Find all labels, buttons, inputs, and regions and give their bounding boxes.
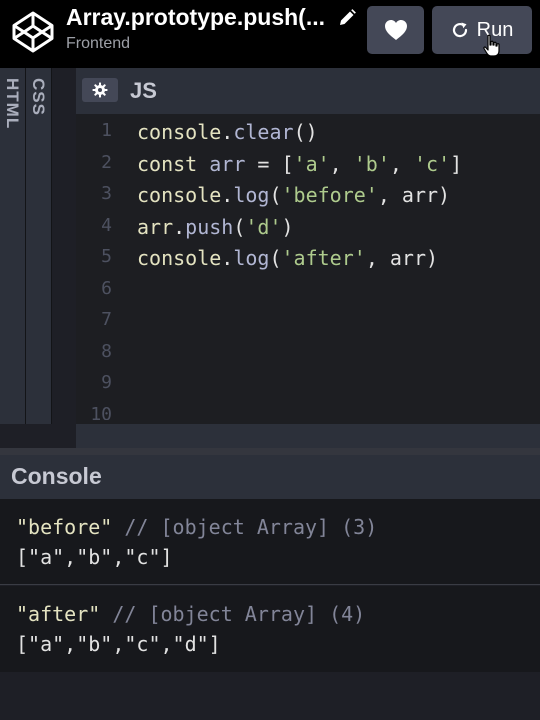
console-panel: Console "before" // [object Array] (3) […	[0, 455, 540, 720]
hand-pointer-icon	[483, 34, 500, 57]
code-token: ,	[389, 151, 414, 176]
js-editor-header: JS	[76, 68, 540, 114]
editor-scrollbar-track	[76, 424, 540, 448]
line-number: 8	[101, 340, 112, 362]
code-line[interactable]: 5 console.log('after', arr)	[76, 246, 540, 278]
pen-subtitle[interactable]: Frontend	[66, 35, 366, 53]
code-token: )	[281, 214, 294, 239]
log-label: "before"	[16, 515, 113, 539]
code-token: console	[137, 120, 222, 144]
code-line[interactable]: 8	[76, 341, 540, 373]
tab-html-label: HTML	[3, 78, 22, 130]
code-token: (	[269, 246, 282, 270]
code-text: console.clear()	[137, 120, 318, 144]
code-token: console	[137, 246, 222, 270]
code-token: log	[233, 183, 270, 207]
pen-title-area: Array.prototype.push(... Frontend	[66, 4, 366, 53]
code-token: arr	[209, 151, 246, 176]
tab-html[interactable]: HTML	[0, 68, 26, 424]
code-token: arr	[137, 214, 174, 239]
console-log-entry: "after" // [object Array] (4) ["a","b","…	[0, 586, 540, 672]
heart-icon	[384, 20, 407, 40]
code-token: .	[221, 246, 234, 270]
log-value: ["a","b","c"]	[16, 545, 173, 569]
code-line[interactable]: 3 console.log('before', arr)	[76, 183, 540, 215]
line-number: 1	[101, 120, 112, 141]
code-text: arr.push('d')	[137, 215, 294, 239]
code-token: 'a'	[293, 151, 330, 176]
js-tab-label: JS	[130, 78, 157, 103]
code-token: (	[233, 214, 246, 239]
code-token: push	[185, 214, 234, 239]
code-token: .	[173, 214, 186, 239]
code-line[interactable]: 10	[76, 404, 540, 421]
line-number: 4	[101, 214, 112, 236]
code-token: 'd'	[245, 214, 282, 239]
tab-css-label: CSS	[29, 78, 48, 116]
line-number: 3	[101, 183, 112, 204]
line-number: 6	[101, 277, 112, 299]
code-token: 'c'	[413, 151, 451, 176]
console-header: Console	[0, 455, 540, 499]
code-token: 'b'	[353, 151, 390, 176]
code-token: .	[221, 120, 234, 144]
code-token: ()	[293, 120, 318, 144]
code-line[interactable]: 2 const arr = ['a', 'b', 'c']	[76, 152, 540, 184]
code-token: const	[137, 151, 210, 176]
gear-icon	[92, 82, 108, 98]
codepen-logo-icon[interactable]	[10, 9, 56, 55]
code-token: , arr)	[365, 246, 439, 270]
heart-button[interactable]	[367, 6, 424, 54]
code-token: 'before'	[281, 183, 378, 207]
code-token: 'after'	[281, 246, 366, 270]
console-log-entry: "before" // [object Array] (3) ["a","b",…	[0, 499, 540, 585]
code-line[interactable]: 4 arr.push('d')	[76, 215, 540, 247]
code-token: = [	[245, 151, 294, 176]
pane-resize-handle[interactable]	[0, 448, 540, 455]
code-token: log	[233, 246, 270, 270]
log-comment: // [object Array] (3)	[112, 515, 378, 539]
code-token: , arr)	[377, 183, 451, 207]
code-token: .	[221, 183, 234, 207]
line-number: 10	[90, 403, 112, 421]
code-text: console.log('before', arr)	[137, 183, 450, 207]
code-text: console.log('after', arr)	[137, 246, 438, 270]
line-number: 9	[101, 372, 112, 393]
code-editor[interactable]: 1 console.clear() 2 const arr = ['a', 'b', …	[76, 120, 540, 420]
console-title: Console	[11, 463, 102, 489]
code-line[interactable]: 6	[76, 278, 540, 310]
pen-header: Array.prototype.push(... Frontend Run	[0, 0, 540, 68]
code-line[interactable]: 9	[76, 372, 540, 404]
log-value: ["a","b","c","d"]	[16, 632, 221, 656]
pen-title[interactable]: Array.prototype.push(...	[66, 4, 325, 31]
code-line[interactable]: 1 console.clear()	[76, 120, 540, 152]
refresh-icon	[452, 22, 467, 38]
line-number: 5	[101, 246, 112, 267]
code-token: clear	[233, 120, 294, 144]
code-token: ]	[450, 151, 463, 176]
code-line[interactable]: 7	[76, 309, 540, 341]
code-text: const arr = ['a', 'b', 'c']	[137, 152, 462, 176]
settings-button[interactable]	[82, 78, 118, 102]
log-comment: // [object Array] (4)	[100, 602, 366, 626]
code-token: (	[269, 183, 282, 207]
js-editor-pane[interactable]: JS 1 console.clear() 2 const arr = ['a', 'b…	[76, 68, 540, 424]
pencil-icon[interactable]	[337, 8, 357, 28]
editor-area: HTML CSS JS 1 console.clear() 2 const ar…	[0, 68, 540, 448]
line-number: 2	[101, 151, 112, 173]
log-label: "after"	[16, 602, 101, 626]
code-token: console	[137, 183, 222, 207]
line-number: 7	[101, 309, 112, 330]
tab-css[interactable]: CSS	[26, 68, 52, 424]
code-token: ,	[329, 151, 354, 176]
